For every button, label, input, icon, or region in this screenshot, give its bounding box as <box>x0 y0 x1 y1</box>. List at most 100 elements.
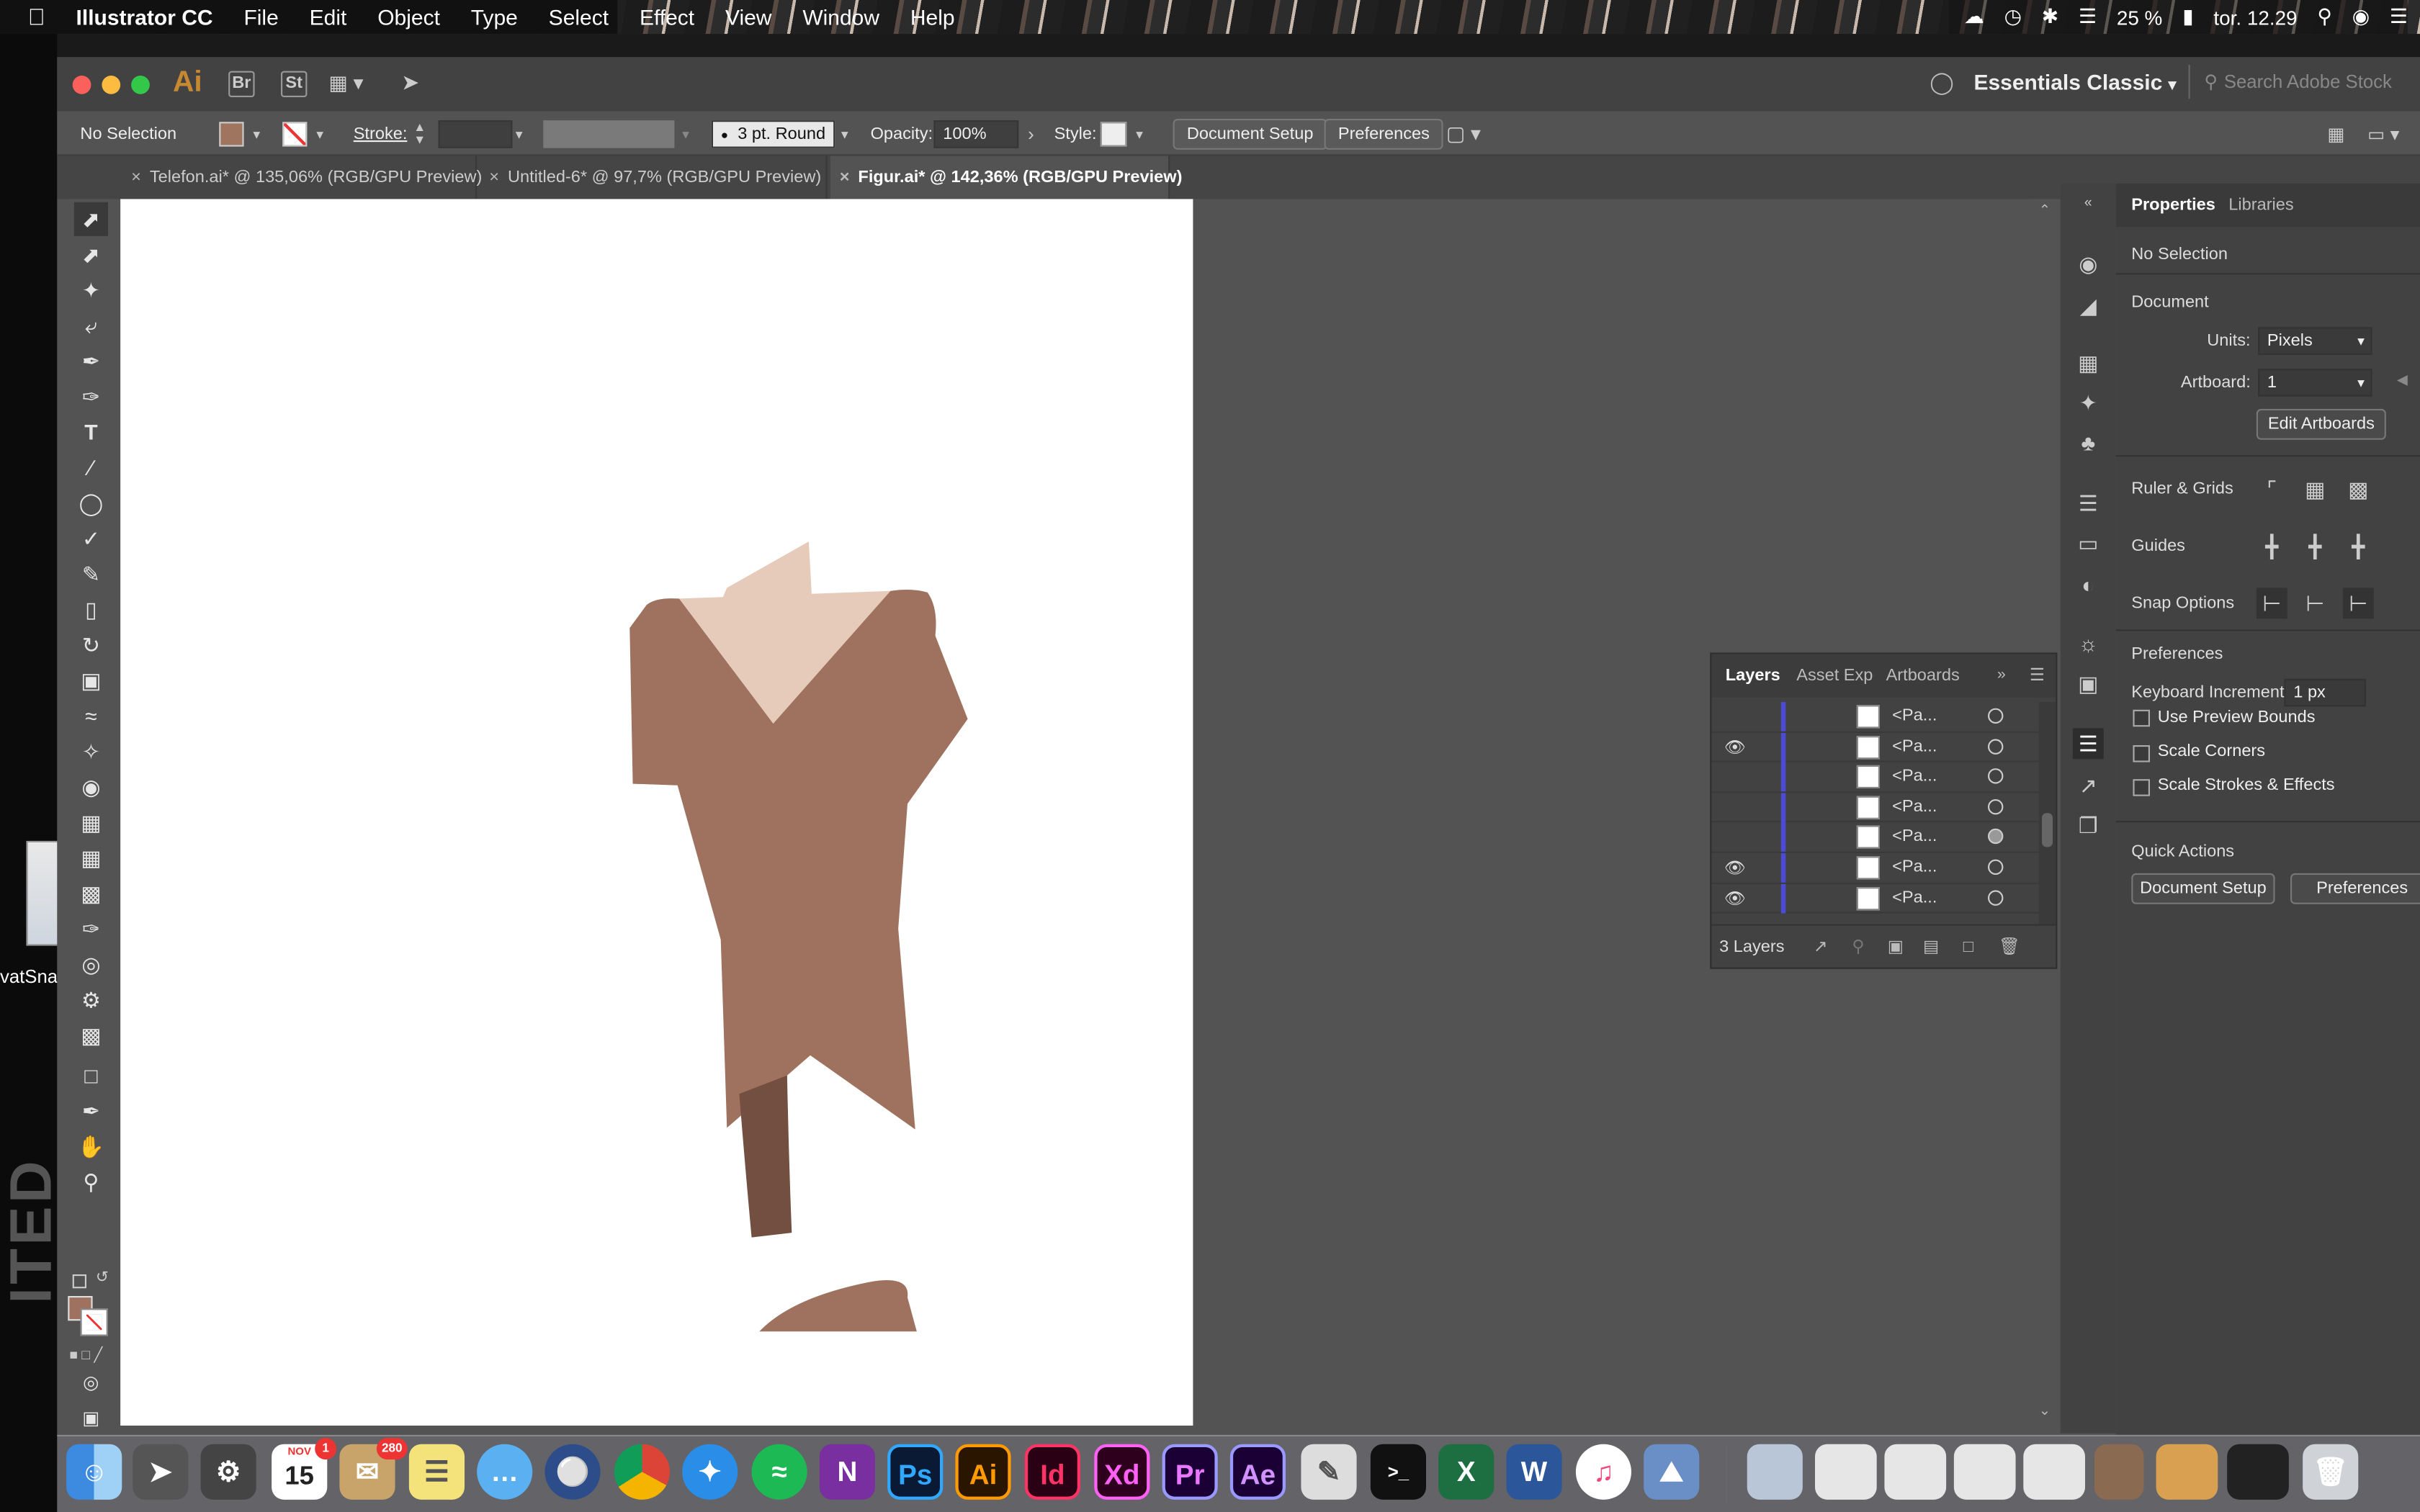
notification-center-icon[interactable]: ☰ <box>2390 4 2408 29</box>
excel-icon[interactable]: X <box>1438 1444 1494 1500</box>
menu-type[interactable]: Type <box>455 4 533 29</box>
stroke-weight-dropdown-icon[interactable]: ▾ <box>516 111 523 157</box>
layer-row[interactable]: 👁 <Pa... <box>1711 853 2039 883</box>
minimize-window-button[interactable] <box>102 76 121 94</box>
layer-name[interactable]: <Pa... <box>1892 737 1937 755</box>
layers-menu-icon[interactable]: ☰ <box>2030 654 2045 698</box>
curvature-tool-icon[interactable]: ✑ <box>74 379 108 413</box>
artboard-tool-icon[interactable]: □ <box>74 1058 108 1092</box>
messages-icon[interactable]: … <box>477 1444 533 1500</box>
menu-edit[interactable]: Edit <box>294 4 362 29</box>
zoom-tool-icon[interactable]: ⚲ <box>74 1165 108 1199</box>
clock[interactable]: tor. 12.29 <box>2213 6 2297 29</box>
close-window-button[interactable] <box>72 76 91 94</box>
layer-name[interactable]: <Pa... <box>1892 888 1937 906</box>
tab-artboards[interactable]: Artboards <box>1886 654 1960 698</box>
notes-icon[interactable]: ☰ <box>408 1444 465 1500</box>
grid-icon[interactable]: ▦ <box>2300 474 2331 505</box>
target-circle-icon[interactable] <box>1988 708 2004 724</box>
scale-tool-icon[interactable]: ▣ <box>74 663 108 697</box>
artboard[interactable] <box>120 199 1193 1426</box>
safari-icon[interactable]: ✦ <box>682 1444 738 1500</box>
snap-to-glyph-icon[interactable]: ⊢ <box>2342 588 2374 619</box>
blend-tool-icon[interactable]: ◎ <box>74 948 108 981</box>
arrange-icon[interactable]: ▢ ▾ <box>1446 111 1481 157</box>
fill-swatch[interactable] <box>219 122 244 147</box>
close-tab-icon[interactable]: × <box>840 156 850 199</box>
spotlight-icon[interactable]: ⚲ <box>2317 4 2331 29</box>
tab-figur[interactable]: × Figur.ai* @ 142,36% (RGB/GPU Preview) <box>830 156 1182 199</box>
apple-menu-icon[interactable]:  <box>0 4 60 30</box>
snap-to-pixel-icon[interactable]: ⊢ <box>2300 588 2331 618</box>
draw-mode-icon[interactable]: ◎ <box>74 1365 108 1399</box>
preferences-button[interactable]: Preferences <box>1324 119 1444 150</box>
menu-help[interactable]: Help <box>895 4 970 29</box>
xd-icon[interactable]: Xd <box>1094 1444 1150 1500</box>
brush-dropdown-icon[interactable]: ▾ <box>841 111 848 157</box>
keyboard-increment-field[interactable]: 1 px <box>2284 678 2366 707</box>
bluetooth-icon[interactable]: ✱ <box>2042 4 2058 29</box>
time-machine-icon[interactable]: ◷ <box>2004 4 2022 29</box>
gpu-performance-icon[interactable]: ➤ <box>401 69 419 95</box>
layer-name[interactable]: <Pa... <box>1892 706 1937 725</box>
eraser-tool-icon[interactable]: ▯ <box>74 593 108 626</box>
figure-artwork[interactable] <box>120 199 1193 1426</box>
puppet-warp-tool-icon[interactable]: ✧ <box>74 734 108 768</box>
scale-strokes-checkbox[interactable] <box>2133 779 2150 796</box>
launchpad-icon[interactable]: ➤ <box>133 1444 189 1500</box>
screen-mode-icon[interactable]: ▣ <box>74 1401 108 1435</box>
layer-row[interactable]: 👁 <Pa... <box>1711 732 2039 762</box>
leg-shape[interactable] <box>739 1075 792 1238</box>
word-icon[interactable]: W <box>1506 1444 1562 1500</box>
transparency-panel-icon[interactable]: ◐ <box>2073 570 2104 600</box>
minimized-window-5[interactable] <box>2094 1444 2144 1500</box>
document-setup-button[interactable]: Document Setup <box>1173 119 1327 150</box>
fill-dropdown-icon[interactable]: ▾ <box>253 111 260 157</box>
workspace-switcher[interactable]: Essentials Classic ▾ <box>1973 69 2176 94</box>
collapse-panels-icon[interactable]: « <box>2073 186 2104 217</box>
system-preferences-icon[interactable]: ⚙ <box>200 1444 256 1500</box>
color-panel-icon[interactable]: ◉ <box>2073 248 2104 279</box>
desktop-file-icon[interactable] <box>26 840 60 946</box>
minimized-window-6[interactable] <box>2156 1444 2218 1500</box>
stroke-weight-stepper[interactable]: ▲ ▼ <box>413 121 429 146</box>
stroke-panel-icon[interactable]: ☰ <box>2073 487 2104 518</box>
battery-icon[interactable]: ▮ <box>2182 4 2193 29</box>
minimized-window-1[interactable] <box>1815 1444 1877 1500</box>
symbols-panel-icon[interactable]: ♣ <box>2073 428 2104 459</box>
premiere-icon[interactable]: Pr <box>1162 1444 1218 1500</box>
battery-percent[interactable]: 25 % <box>2117 6 2163 29</box>
illustrator-icon[interactable]: Ai <box>955 1444 1011 1500</box>
image-viewer-icon[interactable]: ⛰ <box>1644 1444 1700 1500</box>
artboards-panel-icon[interactable]: ❐ <box>2073 810 2104 841</box>
shoe-shape[interactable] <box>759 1280 917 1332</box>
brush-definition[interactable]: ● 3 pt. Round <box>711 120 835 148</box>
spotify-icon[interactable]: ≈ <box>751 1444 807 1500</box>
layers-panel-icon[interactable]: ☰ <box>2072 728 2104 760</box>
appearance-panel-icon[interactable]: ☼ <box>2073 628 2104 659</box>
photoshop-icon[interactable]: Ps <box>887 1444 944 1500</box>
target-circle-icon[interactable] <box>1988 829 2004 845</box>
magic-wand-tool-icon[interactable]: ✦ <box>74 273 108 307</box>
target-circle-icon[interactable] <box>1988 889 2004 905</box>
mail-icon[interactable]: ✉ 280 <box>339 1438 408 1500</box>
stroke-weight-field[interactable] <box>438 120 513 148</box>
trash-icon[interactable]: 🗑 <box>2303 1444 2359 1500</box>
mesh-tool-icon[interactable]: ▦ <box>74 841 108 875</box>
units-select[interactable]: Pixels ▾ <box>2258 327 2372 355</box>
line-tool-icon[interactable]: ∕ <box>74 451 108 485</box>
slice-tool-icon[interactable]: ✒ <box>74 1094 108 1128</box>
itunes-icon[interactable]: ♫ <box>1575 1444 1631 1500</box>
artboard-nav-icon[interactable]: ◀ <box>2397 372 2408 389</box>
siri-icon[interactable]: ◉ <box>2352 4 2370 29</box>
minimized-window-4[interactable] <box>2023 1444 2085 1500</box>
default-colors-icon[interactable] <box>72 1274 86 1289</box>
tab-asset-export[interactable]: Asset Expo <box>1796 654 1873 698</box>
profile-dropdown-icon[interactable]: ▾ <box>682 111 689 157</box>
minimized-window-7[interactable] <box>2227 1444 2289 1500</box>
column-graph-tool-icon[interactable]: ▩ <box>74 1018 108 1052</box>
gradient-panel-icon[interactable]: ▭ <box>2073 528 2104 559</box>
neck-shape[interactable] <box>722 541 812 599</box>
type-tool-icon[interactable]: T <box>74 415 108 449</box>
wifi-icon[interactable]: ☰ <box>2079 4 2097 29</box>
